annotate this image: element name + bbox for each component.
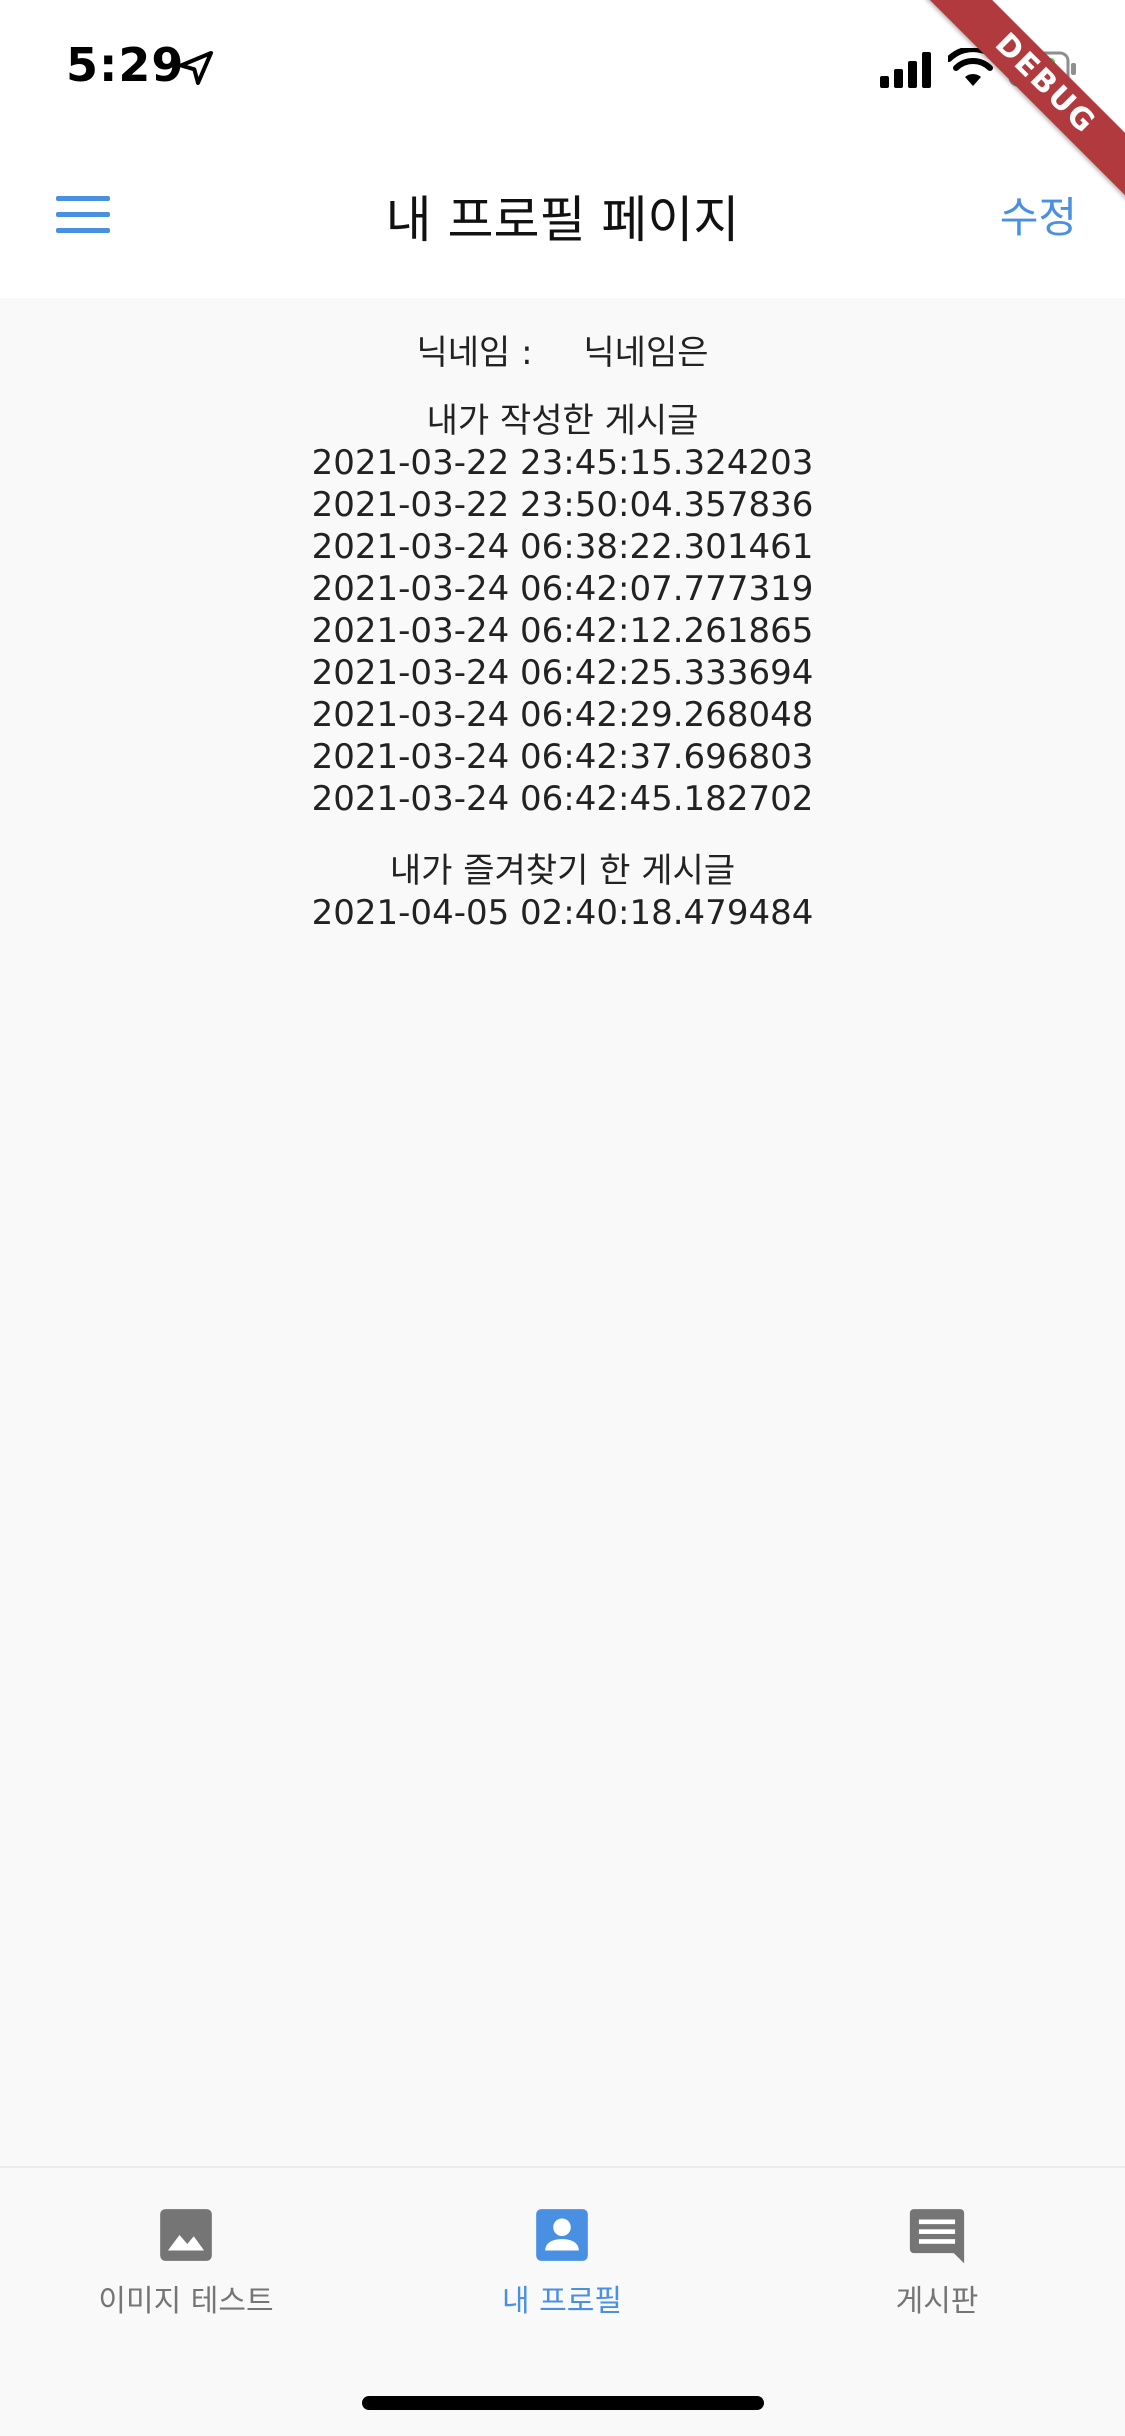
profile-content: 닉네임 : 닉네임은 내가 작성한 게시글 2021-03-22 23:45:1… — [0, 298, 1125, 934]
post-item[interactable]: 2021-03-24 06:42:37.696803 — [0, 736, 1125, 778]
screen: 5:29 DEBUG 내 프로필 페이지 수정 닉네임: 닉네임은 내가 작성… — [0, 0, 1125, 2436]
edit-button[interactable]: 수정 — [1000, 184, 1077, 245]
page-title: 내 프로필 페이지 — [385, 191, 740, 249]
account-box-icon — [536, 2209, 588, 2261]
nickname-row: 닉네임 : 닉네임은 — [0, 326, 1125, 380]
nav-label: 게시판 — [895, 2284, 979, 2319]
status-time: 5:29 — [66, 38, 185, 92]
nickname-value: 닉네임은 — [583, 333, 709, 373]
post-item[interactable]: 2021-03-24 06:42:07.777319 — [0, 568, 1125, 610]
cellular-signal-icon — [880, 52, 931, 88]
nav-item-board[interactable]: 게시판 — [787, 2204, 1087, 2320]
nav-label: 이미지 테스트 — [98, 2284, 274, 2319]
my-posts-title: 내가 작성한 게시글 — [426, 401, 699, 441]
image-icon — [160, 2209, 212, 2261]
nav-label: 내 프로필 — [502, 2284, 622, 2319]
post-item[interactable]: 2021-03-22 23:50:04.357836 — [0, 484, 1125, 526]
favorites-title: 내가 즐겨찾기 한 게시글 — [389, 851, 736, 891]
post-item[interactable]: 2021-03-24 06:38:22.301461 — [0, 526, 1125, 568]
app-bar: 내 프로필 페이지 수정 — [0, 132, 1125, 298]
location-arrow-icon — [179, 51, 213, 85]
my-posts-list: 2021-03-22 23:45:15.324203 2021-03-22 23… — [0, 442, 1125, 820]
nickname-label: 닉네임 : — [416, 333, 533, 373]
nav-item-my-profile[interactable]: 내 프로필 — [412, 2204, 712, 2320]
home-indicator[interactable] — [362, 2396, 764, 2410]
favorite-item[interactable]: 2021-04-05 02:40:18.479484 — [0, 892, 1125, 934]
post-item[interactable]: 2021-03-24 06:42:29.268048 — [0, 694, 1125, 736]
post-item[interactable]: 2021-03-22 23:45:15.324203 — [0, 442, 1125, 484]
chat-icon — [909, 2209, 965, 2264]
favorites-list: 2021-04-05 02:40:18.479484 — [0, 892, 1125, 934]
post-item[interactable]: 2021-03-24 06:42:12.261865 — [0, 610, 1125, 652]
post-item[interactable]: 2021-03-24 06:42:25.333694 — [0, 652, 1125, 694]
nav-item-image-test[interactable]: 이미지 테스트 — [36, 2204, 336, 2320]
post-item[interactable]: 2021-03-24 06:42:45.182702 — [0, 778, 1125, 820]
